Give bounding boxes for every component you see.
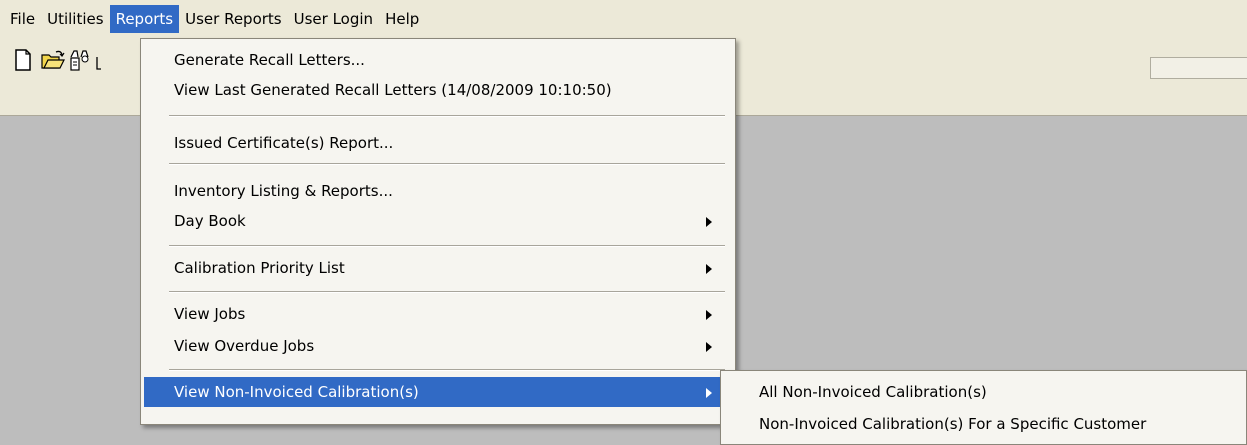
binoculars-icon[interactable] xyxy=(68,47,94,73)
menu-item-label: View Non-Invoiced Calibration(s) xyxy=(174,383,419,401)
menu-separator xyxy=(169,163,725,165)
view-jobs-item[interactable]: View Jobs xyxy=(144,299,730,329)
menu-separator xyxy=(169,369,725,371)
menu-reports[interactable]: Reports xyxy=(109,4,180,33)
menu-item-label: View Last Generated Recall Letters (14/0… xyxy=(174,81,612,99)
partial-toolbar-icon[interactable] xyxy=(94,47,104,73)
menu-user-login[interactable]: User Login xyxy=(288,5,379,33)
issued-certificates-report-item[interactable]: Issued Certificate(s) Report... xyxy=(144,128,730,158)
submenu-arrow-icon xyxy=(706,217,712,227)
submenu-arrow-icon xyxy=(706,342,712,352)
open-folder-icon[interactable] xyxy=(40,47,66,73)
menu-item-label: All Non-Invoiced Calibration(s) xyxy=(759,383,987,401)
menu-separator xyxy=(169,245,725,247)
view-overdue-jobs-item[interactable]: View Overdue Jobs xyxy=(144,331,730,361)
submenu-arrow-icon xyxy=(706,388,712,398)
menu-item-label: Issued Certificate(s) Report... xyxy=(174,134,394,152)
menu-utilities[interactable]: Utilities xyxy=(41,5,109,33)
calibration-priority-list-item[interactable]: Calibration Priority List xyxy=(144,253,730,283)
day-book-item[interactable]: Day Book xyxy=(144,206,730,236)
non-invoiced-submenu: All Non-Invoiced Calibration(s) Non-Invo… xyxy=(720,370,1247,445)
reports-dropdown-menu: Generate Recall Letters... View Last Gen… xyxy=(140,38,736,425)
menu-item-label: Generate Recall Letters... xyxy=(174,51,365,69)
menu-file[interactable]: File xyxy=(4,5,41,33)
view-last-recall-letters-item[interactable]: View Last Generated Recall Letters (14/0… xyxy=(144,75,730,105)
menu-item-label: Calibration Priority List xyxy=(174,259,345,277)
toolbar-status-panel xyxy=(1150,57,1247,79)
submenu-arrow-icon xyxy=(706,310,712,320)
new-document-icon[interactable] xyxy=(10,47,36,73)
menu-separator xyxy=(169,115,725,117)
inventory-listing-item[interactable]: Inventory Listing & Reports... xyxy=(144,176,730,206)
submenu-arrow-icon xyxy=(706,264,712,274)
menu-item-label: Non-Invoiced Calibration(s) For a Specif… xyxy=(759,415,1147,433)
menu-user-reports[interactable]: User Reports xyxy=(179,5,288,33)
menu-item-label: Day Book xyxy=(174,212,246,230)
non-invoiced-specific-customer-item[interactable]: Non-Invoiced Calibration(s) For a Specif… xyxy=(724,409,1244,439)
menu-help[interactable]: Help xyxy=(379,5,425,33)
view-non-invoiced-calibrations-item[interactable]: View Non-Invoiced Calibration(s) xyxy=(144,377,730,407)
all-non-invoiced-calibrations-item[interactable]: All Non-Invoiced Calibration(s) xyxy=(724,377,1244,407)
menu-item-label: Inventory Listing & Reports... xyxy=(174,182,393,200)
menu-separator xyxy=(169,291,725,293)
menu-item-label: View Jobs xyxy=(174,305,246,323)
menu-bar: File Utilities Reports User Reports User… xyxy=(0,0,1247,37)
generate-recall-letters-item[interactable]: Generate Recall Letters... xyxy=(144,45,730,75)
menu-item-label: View Overdue Jobs xyxy=(174,337,315,355)
